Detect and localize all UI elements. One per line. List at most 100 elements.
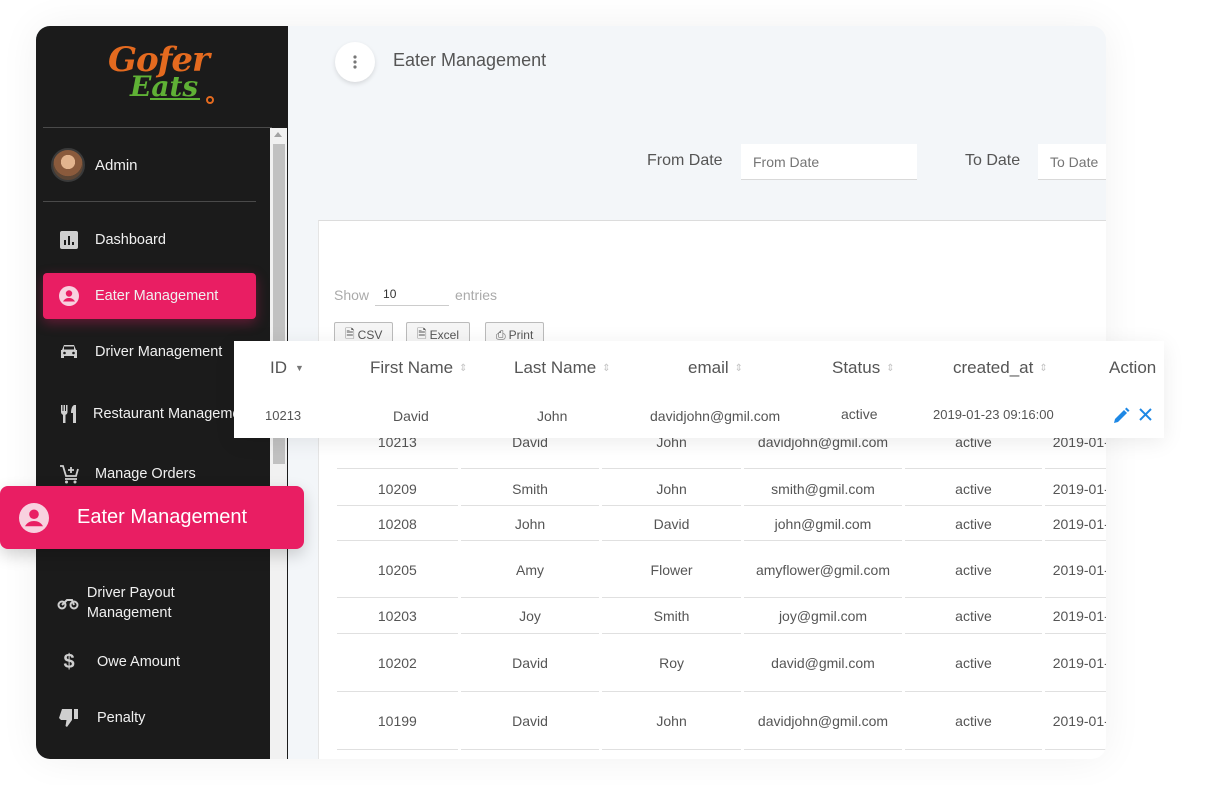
floating-table-header: ID ▼ First Name ⇕ Last Name ⇕ email ⇕ Status… — [234, 341, 1164, 438]
cell-status: active — [905, 693, 1042, 750]
edit-pencil-icon[interactable] — [1113, 407, 1130, 424]
from-date-label: From Date — [647, 152, 723, 169]
row-actions — [1113, 407, 1153, 424]
cell-email: joy@gmil.com — [743, 599, 903, 634]
cell-first-name: David — [460, 693, 600, 750]
cell-last-name: John — [602, 693, 741, 750]
delete-x-icon[interactable] — [1138, 407, 1153, 422]
sidebar-item-label: Restaurant Management — [93, 406, 253, 422]
to-date-input[interactable] — [1038, 144, 1106, 180]
user-name: Admin — [95, 156, 138, 174]
from-date-input[interactable] — [741, 144, 917, 180]
sidebar-item-penalty[interactable]: Penalty — [43, 704, 256, 732]
sort-icon: ⇕ — [886, 362, 895, 374]
cell-email: smith@gmil.com — [743, 472, 903, 506]
sidebar-item-driver-management[interactable]: Driver Management — [43, 338, 256, 366]
cell-created-at: 2019-01- — [1044, 472, 1106, 506]
cell-created-at: 2019-01- — [1044, 507, 1106, 541]
cell-status: active — [905, 542, 1042, 598]
sidebar-item-restaurant-management[interactable]: Restaurant Management — [43, 392, 256, 436]
cell-created-at: 2019-01- — [1044, 635, 1106, 692]
motorcycle-icon — [43, 596, 93, 610]
sidebar-item-label: Driver Management — [95, 344, 223, 360]
sidebar-item-label: Eater Management — [95, 288, 219, 304]
account-circle-icon — [0, 502, 68, 533]
table-row[interactable]: 10202 David Roy david@gmil.com active 20… — [337, 635, 1106, 692]
cell-id: 10202 — [337, 635, 458, 692]
cell-email: davidjohn@gmil.com — [743, 693, 903, 750]
cell-id: 10203 — [337, 599, 458, 634]
scroll-up-arrow-icon[interactable] — [274, 132, 282, 137]
sidebar-item-label: Dashboard — [95, 232, 166, 248]
user-profile[interactable]: Admin — [51, 148, 138, 182]
cell-id: 10209 — [337, 472, 458, 506]
dollar-icon: $ — [63, 650, 75, 673]
cell-status: active — [905, 599, 1042, 634]
sort-icon: ⇕ — [602, 362, 611, 374]
cell-last-name: Roy — [602, 635, 741, 692]
table-row[interactable]: 10208 John David john@gmil.com active 20… — [337, 507, 1106, 541]
column-header-email[interactable]: email ⇕ — [688, 358, 743, 378]
show-label: Show — [334, 286, 370, 303]
table-row[interactable]: 10199 David John davidjohn@gmil.com acti… — [337, 693, 1106, 750]
sort-icon: ⇕ — [734, 362, 744, 374]
menu-button[interactable] — [335, 42, 375, 82]
cell-last-name: Smith — [602, 599, 741, 634]
column-header-last-name[interactable]: Last Name ⇕ — [514, 358, 611, 378]
table-row[interactable]: 10209 Smith John smith@gmil.com active 2… — [337, 472, 1106, 506]
sidebar-item-driver-payout-management[interactable]: Driver Payout Management — [43, 581, 256, 625]
car-icon — [43, 344, 95, 360]
cell-created-at: 2019-01- — [1044, 599, 1106, 634]
cell-first-name: Amy — [460, 542, 600, 598]
cell-id: 10208 — [337, 507, 458, 541]
table-row[interactable]: 10203 Joy Smith joy@gmil.com active 2019… — [337, 599, 1106, 634]
column-header-first-name[interactable]: First Name ⇕ — [370, 358, 468, 378]
sort-icon: ⇕ — [1039, 362, 1048, 374]
sidebar-item-dashboard[interactable]: Dashboard — [43, 226, 256, 254]
highlight-cell-id: 10213 — [265, 408, 302, 423]
highlight-cell-first-name: David — [393, 408, 429, 424]
floating-nav-eater-management[interactable]: Eater Management — [0, 486, 304, 549]
table-row[interactable]: 10205 Amy Flower amyflower@gmil.com acti… — [337, 542, 1106, 598]
more-vert-icon — [353, 55, 357, 69]
logo-underline — [150, 98, 200, 100]
floating-nav-label: Eater Management — [77, 506, 248, 528]
cell-first-name: Smith — [460, 472, 600, 506]
cell-created-at: 2019-01-2 — [1044, 693, 1106, 750]
sidebar-item-owe-amount[interactable]: $ Owe Amount — [43, 648, 256, 676]
to-date-label: To Date — [965, 152, 1021, 169]
sort-desc-icon: ▼ — [295, 363, 304, 373]
highlight-cell-last-name: John — [537, 408, 568, 424]
sidebar-item-label: Driver Payout Management — [86, 585, 175, 621]
cell-status: active — [905, 635, 1042, 692]
page-title: Eater Management — [393, 50, 547, 70]
column-header-action: Action — [1109, 358, 1157, 377]
column-header-id[interactable]: ID ▼ — [270, 358, 304, 378]
cell-first-name: John — [460, 507, 600, 541]
table-card: Show entries 🗎CSV 🗎Excel ⎙Print 10213 Da… — [318, 220, 1106, 759]
entries-length-control: Show entries — [334, 283, 497, 306]
column-header-status[interactable]: Status ⇕ — [832, 358, 895, 378]
entries-label: entries — [455, 286, 498, 303]
sidebar-item-eater-management[interactable]: Eater Management — [43, 273, 256, 319]
cart-plus-icon — [43, 464, 95, 484]
highlight-cell-created-at: 2019-01-23 09:16:00 — [933, 407, 1054, 422]
cell-email: david@gmil.com — [743, 635, 903, 692]
divider — [43, 201, 256, 202]
cell-id: 10205 — [337, 542, 458, 598]
thumbs-down-icon — [43, 708, 95, 728]
gofer-eats-logo[interactable]: Gofer Eats — [106, 40, 216, 112]
cell-last-name: John — [602, 472, 741, 506]
logo-dot — [206, 96, 214, 104]
cell-status: active — [905, 507, 1042, 541]
cell-id: 10199 — [337, 693, 458, 750]
column-header-created-at[interactable]: created_at ⇕ — [953, 358, 1048, 378]
cell-email: amyflower@gmil.com — [743, 542, 903, 598]
sidebar-item-manage-orders[interactable]: Manage Orders — [43, 460, 256, 488]
sort-icon: ⇕ — [459, 362, 468, 374]
cell-email: john@gmil.com — [743, 507, 903, 541]
entries-select[interactable] — [375, 283, 450, 306]
sidebar-item-label: Owe Amount — [97, 654, 181, 670]
utensils-icon — [43, 404, 95, 424]
highlight-cell-status: active — [841, 406, 878, 422]
